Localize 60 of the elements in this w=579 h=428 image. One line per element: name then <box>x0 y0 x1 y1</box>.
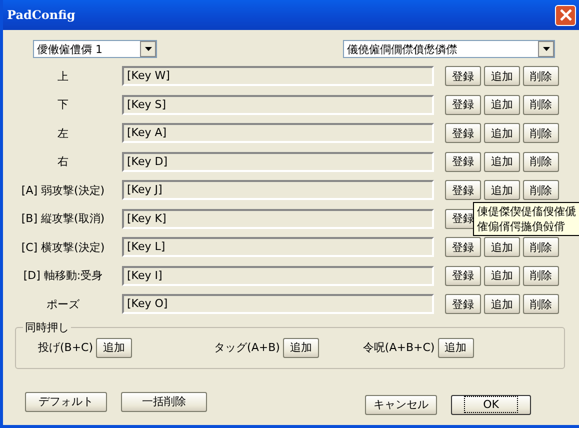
combo-label: 令呪(A+B+C) <box>362 340 435 355</box>
action-button[interactable]: 削除 <box>523 66 559 86</box>
dropdown[interactable]: 儀僥僱僴僩僸僨僽僯僸 <box>343 40 555 58</box>
action-button[interactable]: 削除 <box>523 180 559 200</box>
footer-button[interactable]: デフォルト <box>25 392 107 412</box>
action-button[interactable]: 追加 <box>484 94 520 115</box>
action-button[interactable]: 削除 <box>523 266 559 286</box>
footer-button[interactable]: 一括削除 <box>121 392 207 412</box>
action-button[interactable]: 削除 <box>523 152 559 172</box>
action-button[interactable]: 追加 <box>484 266 520 286</box>
add-button[interactable]: 追加 <box>438 338 474 358</box>
action-button[interactable]: 削除 <box>523 294 559 314</box>
action-button[interactable]: 追加 <box>484 66 520 86</box>
binding-label: [A] 弱攻撃(決定) <box>20 182 106 198</box>
action-button[interactable]: 追加 <box>484 180 520 200</box>
action-button[interactable]: 登録 <box>445 123 481 144</box>
binding-label: [B] 縦攻撃(取消) <box>20 211 106 226</box>
add-button[interactable]: 追加 <box>282 338 319 358</box>
group-title: 同時押し <box>23 320 71 334</box>
key-field[interactable]: [Key S] <box>122 94 434 115</box>
action-button[interactable]: 削除 <box>523 123 559 144</box>
action-button[interactable]: 登録 <box>445 94 481 115</box>
key-field[interactable]: [Key J] <box>122 180 434 200</box>
action-button[interactable]: 登録 <box>445 266 481 286</box>
dialog-button[interactable]: キャンセル <box>365 394 437 414</box>
binding-label: ポーズ <box>46 296 80 312</box>
action-button[interactable]: 追加 <box>484 294 520 314</box>
close-icon <box>560 9 572 21</box>
key-field[interactable]: [Key L] <box>122 237 434 258</box>
action-button[interactable]: 登録 <box>445 294 481 314</box>
key-field[interactable]: [Key K] <box>122 208 434 229</box>
action-button[interactable]: 登録 <box>445 237 481 258</box>
action-button[interactable]: 登録 <box>445 180 481 200</box>
action-button[interactable]: 追加 <box>484 152 520 172</box>
combo-label: 投げ(B+C) <box>38 340 94 355</box>
action-button[interactable]: 追加 <box>484 123 520 144</box>
binding-label: [C] 横攻撃(決定) <box>20 240 106 255</box>
dropdown[interactable]: 僾僌僱僼僲 1 <box>33 40 157 58</box>
key-field[interactable]: [Key W] <box>122 66 434 86</box>
key-field[interactable]: [Key I] <box>122 266 434 286</box>
key-field[interactable]: [Key A] <box>122 123 434 144</box>
key-field[interactable]: [Key D] <box>122 152 434 172</box>
close-button[interactable] <box>555 4 576 26</box>
binding-label: 上 <box>56 68 70 84</box>
caret-icon <box>144 47 152 51</box>
action-button[interactable]: 削除 <box>523 94 559 115</box>
window-title: PadConfig <box>7 8 76 22</box>
add-button[interactable]: 追加 <box>96 338 132 358</box>
caret-icon <box>542 47 550 51</box>
key-field[interactable]: [Key O] <box>122 294 434 314</box>
action-button[interactable]: 登録 <box>445 66 481 86</box>
binding-label: 右 <box>56 154 70 170</box>
action-button[interactable]: 追加 <box>484 237 520 258</box>
combo-label: タッグ(A+B) <box>214 340 280 355</box>
binding-label: 左 <box>56 126 70 141</box>
binding-label: [D] 軸移動:受身 <box>22 268 104 284</box>
action-button[interactable]: 削除 <box>523 237 559 258</box>
binding-label: 下 <box>56 97 70 112</box>
dialog-button[interactable]: OK <box>451 394 531 414</box>
action-button[interactable]: 登録 <box>445 152 481 172</box>
